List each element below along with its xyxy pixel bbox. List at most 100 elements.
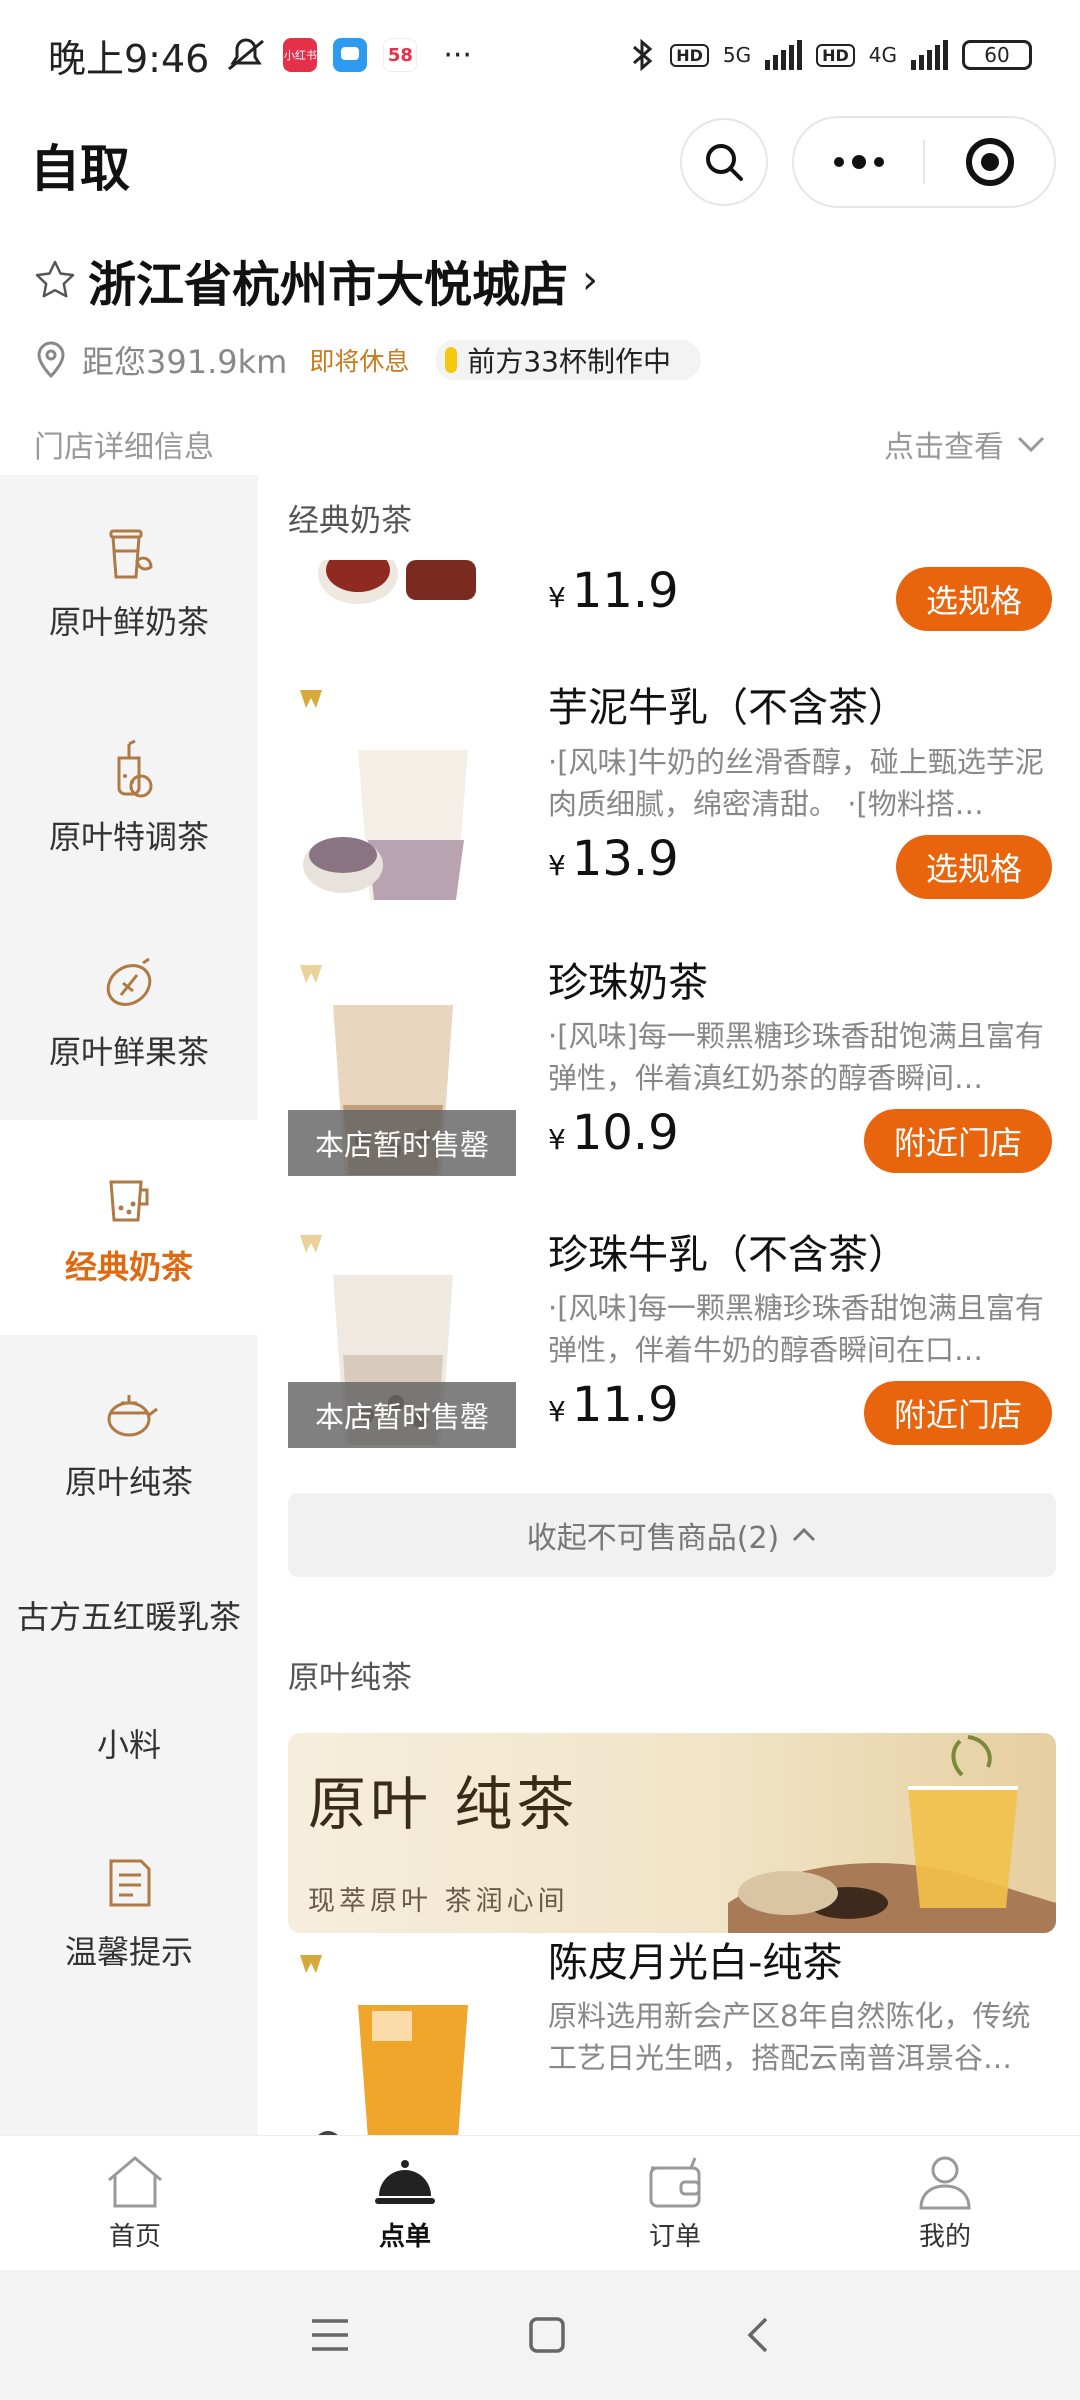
section-title-pure: 原叶纯茶 — [288, 1660, 412, 1696]
sold-out-badge: 本店暂时售罄 — [288, 1110, 516, 1176]
cloche-icon — [375, 2159, 435, 2204]
back-icon[interactable] — [742, 2315, 772, 2355]
sidebar-item-pure-tea[interactable]: 原叶纯茶 — [0, 1335, 258, 1550]
nav-orders[interactable]: 订单 — [540, 2136, 810, 2270]
banner-title: 原叶 纯茶 — [308, 1770, 579, 1838]
sidebar-item-fresh-milk-tea[interactable]: 原叶鲜奶茶 — [0, 475, 258, 690]
chat-app-icon — [333, 38, 368, 72]
page-header: 自取 — [0, 110, 1080, 220]
bubble-cup-icon — [109, 1180, 149, 1221]
menu-icon[interactable] — [308, 2315, 352, 2355]
sidebar-item-classic-milk-tea[interactable]: 经典奶茶 — [0, 1120, 258, 1335]
signal-icon-2 — [911, 40, 948, 70]
sidebar-item-label: 小料 — [96, 1725, 161, 1764]
network-4g-label: 4G — [868, 43, 897, 67]
nearby-stores-button[interactable]: 附近门店 — [863, 1381, 1052, 1445]
product-price: ¥10.9 — [548, 1105, 679, 1161]
more-menu-button[interactable] — [794, 118, 923, 206]
search-button[interactable] — [680, 118, 768, 206]
product-description: ·[风味]每一颗黑糖珍珠香甜饱满且富有弹性，伴着滇红奶茶的醇香瞬间… — [548, 1019, 1044, 1095]
mute-icon — [228, 38, 265, 71]
location-pin-icon — [37, 341, 65, 379]
hd-badge: HD — [670, 43, 709, 67]
miniapp-capsule — [792, 116, 1056, 208]
lemon-icon — [106, 957, 152, 1006]
store-distance: 距您391.9km — [82, 343, 288, 381]
network-5g-label: 5G — [722, 43, 752, 67]
xiaohongshu-app-icon: 小红书 — [283, 38, 318, 72]
status-time: 晚上9:46 — [48, 36, 210, 81]
store-status: 即将休息 — [309, 347, 410, 376]
nearby-stores-button[interactable]: 附近门店 — [863, 1109, 1052, 1173]
chevron-up-icon — [793, 1527, 816, 1542]
select-spec-button[interactable]: 选规格 — [895, 567, 1052, 631]
sidebar-item-label: 温馨提示 — [64, 1932, 193, 1971]
special-tea-icon — [117, 739, 153, 797]
store-selector[interactable]: 浙江省杭州市大悦城店 › — [0, 240, 1080, 320]
product-name[interactable]: 陈皮月光白-纯茶 — [548, 1930, 842, 1988]
close-miniapp-button[interactable] — [925, 118, 1054, 206]
product-description: ·[风味]每一颗黑糖珍珠香甜饱满且富有弹性，伴着牛奶的醇香瞬间在口… — [548, 1291, 1044, 1367]
view-details-label: 点击查看 — [884, 430, 1004, 465]
select-spec-button[interactable]: 选规格 — [895, 835, 1052, 899]
pure-tea-banner[interactable]: 原叶 纯茶 现萃原叶 茶润心间 — [288, 1733, 1056, 1933]
sidebar-item-fruit-tea[interactable]: 原叶鲜果茶 — [0, 905, 258, 1120]
home-icon — [108, 2155, 162, 2207]
product-description: ·[风味]牛奶的丝滑香醇，碰上甄选芋泥肉质细腻，绵密清甜。 ·[物料搭… — [548, 745, 1044, 821]
milk-tea-cup-icon — [109, 529, 153, 578]
sidebar-item-warm-milk-tea[interactable]: 古方五红暖乳茶 — [0, 1550, 258, 1680]
hd-badge-2: HD — [816, 43, 855, 67]
chevron-right-icon: › — [582, 257, 599, 303]
home-square-icon[interactable] — [527, 2315, 567, 2355]
star-icon[interactable] — [34, 259, 76, 301]
user-icon — [919, 2156, 971, 2209]
bluetooth-icon — [633, 38, 653, 72]
queue-badge: 前方33杯制作中 — [435, 340, 701, 380]
product-description: 原料选用新会产区8年自然陈化，传统工艺日光生晒，搭配云南普洱景谷… — [548, 1999, 1031, 2075]
sold-out-badge: 本店暂时售罄 — [288, 1382, 516, 1448]
battery-icon: 60 — [962, 40, 1032, 70]
store-name: 浙江省杭州市大悦城店 — [88, 257, 569, 313]
sidebar-item-label: 原叶鲜奶茶 — [48, 602, 209, 641]
product-name[interactable]: 珍珠牛乳（不含茶） — [548, 1222, 908, 1280]
store-details-label: 门店详细信息 — [34, 430, 214, 465]
section-title-classic: 经典奶茶 — [288, 503, 412, 539]
product-image — [318, 560, 476, 604]
product-price: ¥11.9 — [548, 563, 679, 619]
sidebar-item-label: 原叶纯茶 — [64, 1462, 193, 1501]
product-image — [300, 690, 468, 900]
view-details-button[interactable]: 点击查看 — [884, 422, 1046, 466]
queue-indicator — [445, 347, 458, 373]
more-notifications-icon: ··· — [443, 37, 472, 73]
search-icon — [706, 144, 743, 181]
product-price: ¥13.9 — [548, 831, 679, 887]
collapse-label: 收起不可售商品(2) — [526, 1521, 780, 1556]
nav-label: 首页 — [108, 2221, 161, 2252]
nav-label: 订单 — [648, 2221, 701, 2252]
sidebar-item-special-tea[interactable]: 原叶特调茶 — [0, 690, 258, 905]
teapot-icon — [107, 1394, 158, 1436]
system-navigation-bar — [0, 2270, 1080, 2400]
wallet-icon — [649, 2156, 701, 2207]
nav-home[interactable]: 首页 — [0, 2136, 270, 2270]
store-info: 浙江省杭州市大悦城店 › 距您391.9km 即将休息 前方33杯制作中 门店详… — [0, 240, 1080, 482]
chevron-down-icon — [1017, 436, 1045, 453]
target-icon — [965, 138, 1014, 186]
nav-profile[interactable]: 我的 — [810, 2136, 1080, 2270]
sidebar-item-toppings[interactable]: 小料 — [0, 1680, 258, 1805]
sidebar-item-label: 原叶鲜果茶 — [48, 1032, 209, 1071]
nav-order[interactable]: 点单 — [270, 2136, 540, 2270]
notepad-icon — [109, 1859, 151, 1906]
page-title: 自取 — [30, 140, 130, 198]
product-image — [300, 1955, 468, 2135]
nav-label: 点单 — [378, 2221, 431, 2252]
collapse-unavailable-button[interactable]: 收起不可售商品(2) — [288, 1493, 1056, 1577]
product-name[interactable]: 珍珠奶茶 — [548, 950, 708, 1008]
58-app-icon: 58 — [383, 38, 418, 72]
more-dots-icon — [833, 155, 884, 169]
status-bar: 晚上9:46 小红书 58 ··· HD 5G HD 4G 60 — [0, 0, 1080, 110]
nav-label: 我的 — [918, 2221, 971, 2252]
product-name[interactable]: 芋泥牛乳（不含茶） — [548, 675, 908, 733]
sidebar-item-tips[interactable]: 温馨提示 — [0, 1805, 258, 2020]
menu-list[interactable]: 经典奶茶 ¥11.9 选规格 芋泥牛乳（不含茶） ·[风味]牛奶的丝滑香醇，碰上… — [258, 475, 1080, 2135]
